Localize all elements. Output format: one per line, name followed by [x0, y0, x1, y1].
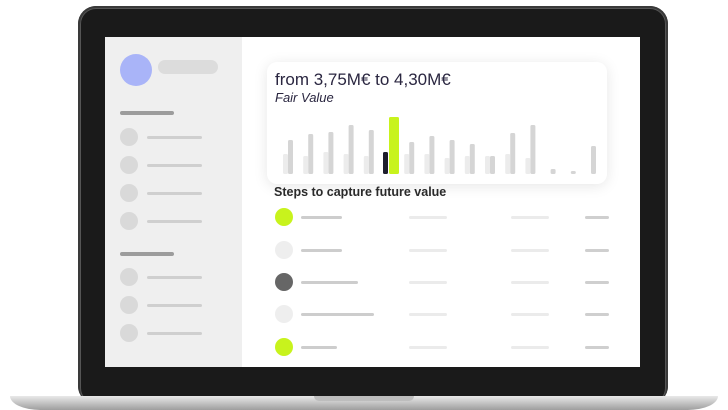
chart-bar: [550, 169, 556, 174]
sidebar-item-5[interactable]: [120, 268, 202, 286]
sidebar-section-heading-2: [120, 252, 174, 256]
step-name-placeholder: [301, 313, 374, 316]
chart-bar: [449, 140, 455, 174]
step-row[interactable]: [275, 208, 610, 226]
chart-bar-secondary: [505, 154, 511, 174]
step-value-placeholder: [585, 313, 609, 316]
step-row[interactable]: [275, 241, 610, 259]
nav-label-placeholder: [147, 192, 202, 195]
steps-heading: Steps to capture future value: [274, 185, 447, 199]
nav-label-placeholder: [147, 220, 202, 223]
fair-value-bar-chart: [283, 117, 596, 174]
step-status-icon: [275, 208, 293, 226]
chart-bar: [469, 144, 475, 174]
step-value-placeholder: [585, 346, 609, 349]
nav-dot-icon: [120, 268, 138, 286]
step-detail-placeholder: [409, 216, 447, 219]
sidebar-item-3[interactable]: [120, 184, 202, 202]
chart-bar: [368, 130, 374, 174]
chart-bar-secondary: [525, 158, 531, 174]
step-name-placeholder: [301, 346, 337, 349]
sidebar: [105, 37, 242, 367]
chart-bar: [328, 132, 334, 174]
sidebar-item-1[interactable]: [120, 128, 202, 146]
nav-label-placeholder: [147, 276, 202, 279]
step-row[interactable]: [275, 305, 610, 323]
step-value-placeholder: [585, 281, 609, 284]
chart-bar: [389, 117, 399, 174]
chart-bar-secondary: [363, 156, 369, 174]
nav-label-placeholder: [147, 164, 202, 167]
step-value-placeholder: [585, 216, 609, 219]
step-detail-placeholder: [511, 313, 549, 316]
nav-dot-icon: [120, 184, 138, 202]
step-detail-placeholder: [409, 346, 447, 349]
step-detail-placeholder: [409, 249, 447, 252]
step-detail-placeholder: [409, 281, 447, 284]
chart-bar-secondary: [404, 154, 410, 174]
nav-dot-icon: [120, 296, 138, 314]
step-detail-placeholder: [511, 346, 549, 349]
nav-label-placeholder: [147, 136, 202, 139]
chart-bar: [429, 136, 435, 174]
user-name-placeholder: [158, 60, 218, 74]
nav-dot-icon: [120, 128, 138, 146]
step-status-icon: [275, 338, 293, 356]
step-row[interactable]: [275, 338, 610, 356]
app-screen: from 3,75M€ to 4,30M€ Fair Value Steps t…: [105, 37, 640, 367]
chart-bar-secondary: [485, 156, 490, 174]
step-detail-placeholder: [511, 216, 549, 219]
chart-bar-secondary: [383, 152, 388, 174]
chart-bar-secondary: [283, 154, 288, 174]
chart-bar: [308, 134, 314, 174]
chart-bar: [591, 146, 596, 174]
step-detail-placeholder: [511, 281, 549, 284]
chart-bar: [530, 125, 536, 174]
chart-bar-secondary: [343, 154, 349, 174]
chart-bar-secondary: [303, 156, 309, 174]
sidebar-item-7[interactable]: [120, 324, 202, 342]
chart-bar: [348, 125, 354, 174]
chart-bar: [490, 156, 495, 174]
step-name-placeholder: [301, 281, 358, 284]
nav-label-placeholder: [147, 332, 202, 335]
chart-bar: [510, 133, 516, 174]
step-row[interactable]: [275, 273, 610, 291]
laptop-notch: [314, 396, 414, 401]
chart-bar-secondary: [444, 158, 450, 174]
sidebar-item-6[interactable]: [120, 296, 202, 314]
step-detail-placeholder: [409, 313, 447, 316]
step-status-icon: [275, 241, 293, 259]
avatar[interactable]: [120, 54, 152, 86]
chart-bar-secondary: [323, 152, 329, 174]
nav-dot-icon: [120, 324, 138, 342]
step-name-placeholder: [301, 216, 342, 219]
nav-dot-icon: [120, 156, 138, 174]
sidebar-item-4[interactable]: [120, 212, 202, 230]
sidebar-section-heading-1: [120, 111, 174, 115]
nav-dot-icon: [120, 212, 138, 230]
step-value-placeholder: [585, 249, 609, 252]
fair-value-card: from 3,75M€ to 4,30M€ Fair Value: [267, 62, 607, 184]
chart-bar: [570, 171, 576, 174]
nav-label-placeholder: [147, 304, 202, 307]
step-detail-placeholder: [511, 249, 549, 252]
sidebar-item-2[interactable]: [120, 156, 202, 174]
chart-bar: [409, 142, 415, 174]
step-status-icon: [275, 305, 293, 323]
chart-bar-secondary: [464, 156, 470, 174]
step-name-placeholder: [301, 249, 342, 252]
chart-bar: [288, 140, 293, 174]
chart-bar-secondary: [424, 154, 430, 174]
step-status-icon: [275, 273, 293, 291]
